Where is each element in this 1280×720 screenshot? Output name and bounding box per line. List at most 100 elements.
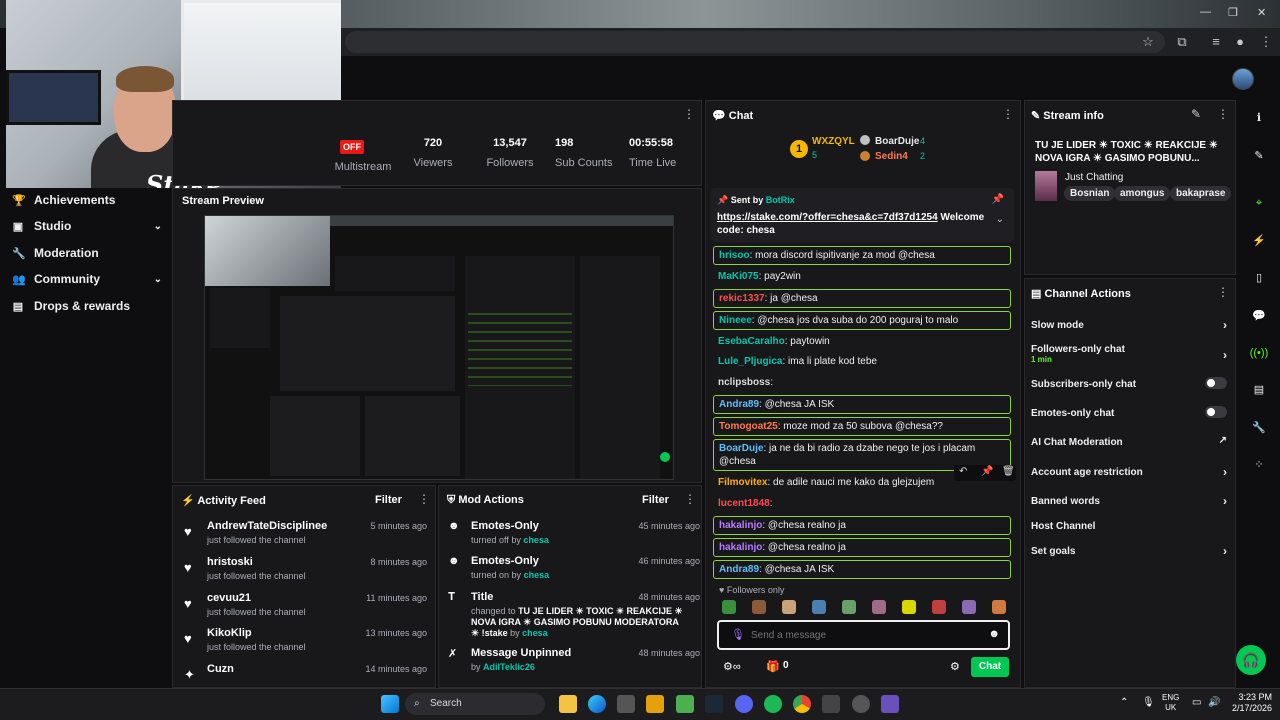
chrome-icon[interactable] [793,695,811,713]
emote-icon[interactable] [872,600,886,614]
file-explorer-icon[interactable] [559,695,577,713]
second-gifter-name[interactable]: BoarDuje [875,136,919,147]
spotify-icon[interactable] [764,695,782,713]
tray-chevron-icon[interactable]: ⌃ [1120,697,1128,708]
follower-name[interactable]: Cuzn [207,663,234,675]
mic-icon[interactable]: 🎙 [731,628,745,641]
edge-icon[interactable] [588,695,606,713]
discord-icon[interactable] [735,695,753,713]
delete-icon[interactable]: 🗑 [1002,466,1015,477]
user-avatar[interactable] [1232,68,1254,90]
browser-menu-icon[interactable]: ⋮ [1256,32,1276,52]
pin-icon[interactable]: 📌 [981,466,993,477]
chat-message[interactable]: hrisoo: mora discord ispitivanje za mod … [713,246,1011,265]
channel-actions-menu-icon[interactable]: ⋮ [1217,285,1229,299]
target-icon[interactable]: ⌖ [1249,193,1269,213]
start-icon[interactable] [381,695,399,713]
chat-message[interactable]: Nineee: @chesa jos dva suba do 200 pogur… [713,311,1011,330]
chat-username[interactable]: hakalinjo [719,542,762,553]
chat-username[interactable]: lucent1848 [718,498,770,509]
document-icon[interactable]: ▯ [1249,268,1269,288]
chat-message-field[interactable] [751,627,971,643]
taskbar-search[interactable]: ⌕ Search [405,693,545,715]
chat-message[interactable]: Tomogoat25: moze mod za 50 subova @chesa… [713,417,1011,436]
unpin-button-icon[interactable]: 📌 [992,194,1004,205]
gift-icon[interactable]: 🎁 [766,660,780,673]
extensions-icon[interactable]: ⧉ [1172,32,1192,52]
follower-name[interactable]: KikoKlip [207,627,252,639]
app-icon[interactable] [646,695,664,713]
chat-input[interactable]: 🎙 ☻ [717,620,1010,650]
store-icon[interactable] [617,695,635,713]
media-controls-icon[interactable]: ≡ [1206,32,1226,52]
chat-username[interactable]: rekic1337 [719,293,765,304]
chat-message[interactable]: Lule_Pljugica: ima li plate kod tebe [713,353,1011,370]
xbox-icon[interactable] [676,695,694,713]
pencil-icon[interactable]: ✎ [1249,146,1269,166]
emote-icon[interactable] [722,600,736,614]
emoji-icon[interactable]: ☻ [988,628,1000,640]
chat-message[interactable]: lucent1848: [713,495,1011,512]
reply-icon[interactable]: ↶ [959,466,967,477]
taskbar-clock[interactable]: 3:23 PM 2/17/2026 [1232,692,1272,714]
follower-name[interactable]: cevuu21 [207,592,251,604]
emote-icon[interactable] [992,600,1006,614]
nav-item-drops[interactable]: ▤ Drops & rewards [12,294,162,318]
chat-message[interactable]: nclipsboss: [713,374,1011,391]
nav-item-achievements[interactable]: 🏆 Achievements [12,188,162,212]
subscribers-only-toggle[interactable] [1205,377,1227,389]
wrench-icon[interactable]: 🔧 [1249,418,1269,438]
pinned-sender[interactable]: BotRix [766,195,795,205]
nav-item-studio[interactable]: ▣ Studio ⌄ [12,214,162,238]
emotes-only-toggle[interactable] [1205,406,1227,418]
stream-preview-video[interactable] [204,215,674,480]
chat-username[interactable]: Tomogoat25 [719,421,778,432]
nav-item-community[interactable]: 👥 Community ⌄ [12,267,162,291]
emote-icon[interactable] [932,600,946,614]
chat-username[interactable]: Filmovitex [718,477,767,488]
chat-menu-icon[interactable]: ⋮ [1002,107,1014,121]
chat-username[interactable]: Nineee [719,315,752,326]
third-gifter-name[interactable]: Sedin4 [875,151,908,162]
microphone-icon[interactable]: 🎙 [1142,697,1155,708]
chat-message[interactable]: MaKi075: pay2win [713,268,1011,285]
chat-username[interactable]: Andra89 [719,564,759,575]
share-icon[interactable]: ⁘ [1249,455,1269,475]
emote-icon[interactable] [962,600,976,614]
app-icon-3[interactable] [881,695,899,713]
stream-info-menu-icon[interactable]: ⋮ [1217,107,1229,121]
category-thumbnail[interactable] [1035,171,1057,201]
pinned-link[interactable]: https://stake.com/?offer=chesa&c=7df37d1… [717,212,938,223]
chat-message[interactable]: Andra89: @chesa JA ISK [713,395,1011,414]
banned-words-action[interactable]: Banned words › [1031,494,1227,508]
info-icon[interactable]: ℹ [1249,108,1269,128]
slow-mode-action[interactable]: Slow mode › [1031,318,1227,332]
mod-username[interactable]: AdilTeklic26 [483,662,535,672]
app-icon-2[interactable] [852,695,870,713]
ai-moderation-action[interactable]: AI Chat Moderation ↗ [1031,435,1227,448]
profile-icon[interactable]: ● [1230,32,1250,52]
chevron-down-icon[interactable]: ⌄ [996,214,1004,225]
chat-message[interactable]: rekic1337: ja @chesa [713,289,1011,308]
host-channel-action[interactable]: Host Channel [1031,521,1227,532]
chat-message[interactable]: EsebaCaralho: paytowin [713,333,1011,350]
account-age-action[interactable]: Account age restriction › [1031,465,1227,479]
tag-bosnian[interactable]: Bosnian [1064,186,1116,201]
edit-icon[interactable]: ✎ [1191,107,1201,121]
restore-icon[interactable]: ❐ [1228,6,1238,19]
address-bar[interactable] [345,31,1165,53]
follower-name[interactable]: hristoski [207,556,253,568]
chat-message[interactable]: Andra89: @chesa JA ISK [713,560,1011,579]
mod-username[interactable]: chesa [522,628,548,638]
mod-menu-icon[interactable]: ⋮ [684,492,696,506]
chat-icon[interactable]: 💬 [1249,306,1269,326]
chat-username[interactable]: MaKi075 [718,271,759,282]
mod-username[interactable]: chesa [523,535,549,545]
bookmark-star-icon[interactable]: ☆ [1138,32,1158,52]
chat-username[interactable]: EsebaCaralho [718,336,785,347]
mod-username[interactable]: chesa [524,570,550,580]
network-icon[interactable]: ▭ [1192,697,1201,708]
activity-filter-button[interactable]: Filter [375,494,402,506]
chat-username[interactable]: nclipsboss [718,377,770,388]
chat-username[interactable]: BoarDuje [719,443,763,454]
